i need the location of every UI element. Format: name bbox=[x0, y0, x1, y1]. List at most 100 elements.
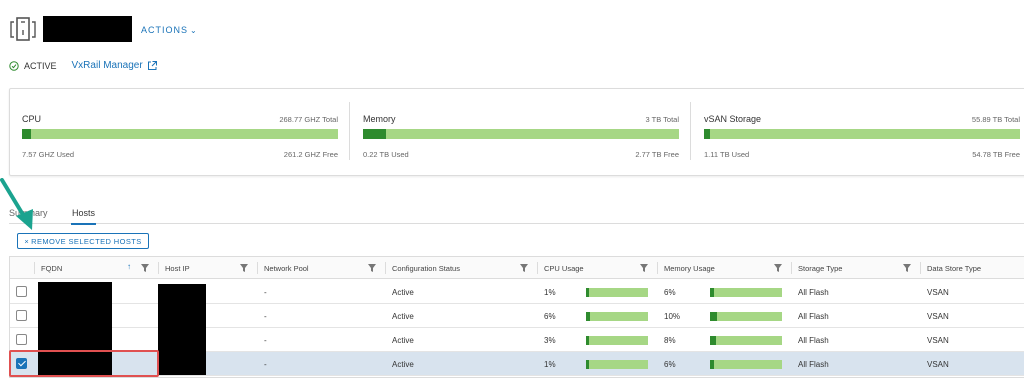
cpu-title: CPU bbox=[22, 114, 42, 124]
cpu-free: 261.2 GHZ Free bbox=[283, 150, 338, 159]
cpu-total: 268.77 GHZ Total bbox=[279, 115, 338, 124]
check-circle-icon bbox=[9, 60, 19, 71]
redacted-cluster-name bbox=[43, 16, 132, 42]
memory-usage-cell: 6% bbox=[664, 359, 676, 369]
cpu-usage-bar bbox=[586, 336, 648, 345]
cpu-usage-cell: 3% bbox=[544, 335, 556, 345]
memory-usage-bar bbox=[710, 288, 782, 297]
column-storage-type[interactable]: Storage Type bbox=[792, 257, 921, 279]
tab-hosts[interactable]: Hosts bbox=[70, 208, 97, 225]
vsan-usage-bar bbox=[704, 129, 1020, 139]
annotation-arrow bbox=[0, 178, 33, 230]
page-header: ACTIONS ⌄ ACTIVE VxRail Manager bbox=[0, 0, 1024, 85]
cpu-used: 7.57 GHZ Used bbox=[22, 150, 75, 159]
select-all-column bbox=[10, 257, 35, 279]
column-cpu-usage-label: CPU Usage bbox=[544, 263, 584, 273]
memory-usage-cell: 8% bbox=[664, 335, 676, 345]
memory-total: 3 TB Total bbox=[645, 115, 680, 124]
column-fqdn-label: FQDN bbox=[41, 263, 63, 273]
status-label: ACTIVE bbox=[24, 60, 57, 71]
vsan-resource: vSAN Storage 55.89 TB Total 1.11 TB Used… bbox=[704, 89, 1020, 177]
filter-icon[interactable] bbox=[240, 264, 248, 272]
row-checkbox[interactable] bbox=[16, 286, 27, 297]
filter-icon[interactable] bbox=[774, 264, 782, 272]
column-memory-usage[interactable]: Memory Usage bbox=[658, 257, 792, 279]
storage-type-cell: All Flash bbox=[798, 335, 829, 345]
vsan-title: vSAN Storage bbox=[704, 114, 762, 124]
configuration-status-cell: Active bbox=[392, 359, 414, 369]
network-pool-cell: - bbox=[264, 311, 267, 321]
column-data-store-type-label: Data Store Type bbox=[927, 263, 982, 273]
cpu-usage-cell: 6% bbox=[544, 311, 556, 321]
remove-selected-hosts-label: REMOVE SELECTED HOSTS bbox=[31, 236, 142, 246]
memory-usage-bar bbox=[710, 360, 782, 369]
column-storage-type-label: Storage Type bbox=[798, 263, 843, 273]
memory-usage-fill bbox=[710, 360, 715, 369]
data-store-type-cell: VSAN bbox=[927, 335, 949, 345]
selected-row-highlight bbox=[9, 350, 159, 377]
memory-usage-bar bbox=[710, 336, 782, 345]
column-host-ip[interactable]: Host IP bbox=[159, 257, 258, 279]
filter-icon[interactable] bbox=[520, 264, 528, 272]
network-pool-cell: - bbox=[264, 359, 267, 369]
data-store-type-cell: VSAN bbox=[927, 359, 949, 369]
actions-label: ACTIONS bbox=[141, 25, 189, 35]
row-checkbox[interactable] bbox=[16, 310, 27, 321]
external-link-icon[interactable] bbox=[147, 60, 158, 71]
memory-usage-fill bbox=[710, 288, 715, 297]
vsan-free: 54.78 TB Free bbox=[972, 150, 1020, 159]
memory-free: 2.77 TB Free bbox=[635, 150, 679, 159]
memory-usage-cell: 10% bbox=[664, 311, 681, 321]
column-network-pool-label: Network Pool bbox=[264, 263, 309, 273]
status-row: ACTIVE VxRail Manager bbox=[9, 60, 158, 71]
cpu-usage-fill bbox=[22, 129, 31, 139]
column-cpu-usage[interactable]: CPU Usage bbox=[538, 257, 658, 279]
column-network-pool[interactable]: Network Pool bbox=[258, 257, 386, 279]
storage-type-cell: All Flash bbox=[798, 359, 829, 369]
filter-icon[interactable] bbox=[640, 264, 648, 272]
vsan-used: 1.11 TB Used bbox=[704, 150, 750, 159]
cpu-usage-bar bbox=[586, 288, 648, 297]
configuration-status-cell: Active bbox=[392, 335, 414, 345]
cpu-usage-bar bbox=[586, 312, 648, 321]
memory-usage-fill bbox=[710, 336, 716, 345]
datagrid-header: FQDN ↑ Host IP Network Pool Configuratio… bbox=[10, 257, 1024, 279]
cpu-usage-fill bbox=[586, 288, 589, 297]
hosts-datagrid: FQDN ↑ Host IP Network Pool Configuratio… bbox=[9, 256, 1024, 378]
sort-ascending-icon[interactable]: ↑ bbox=[127, 262, 131, 271]
resource-divider bbox=[349, 102, 350, 160]
column-fqdn[interactable]: FQDN ↑ bbox=[35, 257, 159, 279]
memory-usage-bar bbox=[363, 129, 679, 139]
column-configuration-status[interactable]: Configuration Status bbox=[386, 257, 538, 279]
column-memory-usage-label: Memory Usage bbox=[664, 263, 715, 273]
configuration-status-cell: Active bbox=[392, 287, 414, 297]
redacted-host-ip-values bbox=[158, 284, 206, 375]
vxrail-manager-link[interactable]: VxRail Manager bbox=[72, 60, 143, 71]
close-icon: × bbox=[24, 236, 30, 246]
filter-icon[interactable] bbox=[368, 264, 376, 272]
vsan-usage-fill bbox=[704, 129, 711, 139]
column-host-ip-label: Host IP bbox=[165, 263, 190, 273]
row-checkbox[interactable] bbox=[16, 334, 27, 345]
actions-menu-button[interactable]: ACTIONS ⌄ bbox=[141, 25, 198, 35]
resource-divider bbox=[690, 102, 691, 160]
vsan-total: 55.89 TB Total bbox=[971, 115, 1020, 124]
memory-used: 0.22 TB Used bbox=[363, 150, 409, 159]
filter-icon[interactable] bbox=[141, 264, 149, 272]
column-configuration-status-label: Configuration Status bbox=[392, 263, 460, 273]
cpu-usage-fill bbox=[586, 312, 590, 321]
memory-usage-bar bbox=[710, 312, 782, 321]
cpu-usage-cell: 1% bbox=[544, 359, 556, 369]
memory-usage-fill bbox=[363, 129, 387, 139]
network-pool-cell: - bbox=[264, 287, 267, 297]
cpu-usage-fill bbox=[586, 360, 589, 369]
storage-type-cell: All Flash bbox=[798, 311, 829, 321]
remove-selected-hosts-button[interactable]: × REMOVE SELECTED HOSTS bbox=[17, 233, 149, 249]
network-pool-cell: - bbox=[264, 335, 267, 345]
column-data-store-type[interactable]: Data Store Type bbox=[921, 257, 1024, 279]
filter-icon[interactable] bbox=[903, 264, 911, 272]
memory-resource: Memory 3 TB Total 0.22 TB Used 2.77 TB F… bbox=[363, 89, 679, 177]
memory-usage-fill bbox=[710, 312, 718, 321]
storage-type-cell: All Flash bbox=[798, 287, 829, 297]
cpu-usage-cell: 1% bbox=[544, 287, 556, 297]
